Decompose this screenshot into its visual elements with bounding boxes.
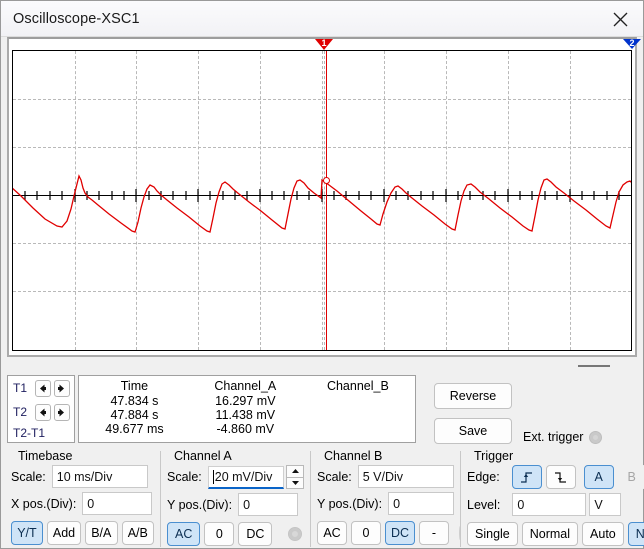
window-title: Oscilloscope-XSC1	[13, 10, 140, 27]
cursor-t1-row: T1	[13, 378, 70, 398]
channel-a-coupling-ac[interactable]: AC	[167, 522, 201, 546]
falling-edge-icon[interactable]	[545, 465, 576, 489]
panel-resize-handle[interactable]	[578, 365, 610, 367]
panel-trigger: Trigger Edge: A B Ext	[460, 449, 644, 547]
trigger-level-unit[interactable]: V	[589, 493, 622, 516]
table-header-row: Time Channel_A Channel_B	[79, 378, 415, 394]
cursor-t2-left-button[interactable]	[34, 403, 51, 421]
cursor-t2-marker[interactable]	[631, 191, 632, 198]
measurement-row: T1 T2 T2-T1 Time Channel_A Channel_B 47.…	[7, 375, 637, 444]
reverse-button[interactable]: Reverse	[434, 383, 512, 409]
channel-b-coupling-ac[interactable]: AC	[317, 521, 347, 545]
timebase-xpos-input[interactable]: 0	[82, 492, 153, 515]
header-channel-a: Channel_A	[214, 379, 277, 393]
panel-channel-b: Channel B Scale: 5 V/Div Y pos.(Div): 0 …	[310, 449, 461, 547]
header-channel-b: Channel_B	[326, 379, 389, 393]
timebase-scale-input[interactable]: 10 ms/Div	[51, 465, 148, 488]
cell-channel-b	[301, 394, 415, 408]
cursor-t2-row: T2	[13, 402, 70, 422]
table-row: 47.834 s 16.297 mV	[79, 394, 415, 408]
trigger-source-a[interactable]: A	[583, 465, 614, 489]
cursor-t2-label: T2	[13, 405, 28, 419]
cursor-t1-label: T1	[13, 381, 28, 395]
channel-a-coupling-dc[interactable]: DC	[238, 522, 273, 546]
timebase-mode-yt[interactable]: Y/T	[11, 521, 43, 545]
channel-b-coupling-dc[interactable]: DC	[385, 521, 415, 545]
cursor-t2-flag-label: 2	[629, 38, 635, 48]
channel-b-title: Channel B	[321, 449, 386, 463]
timebase-mode-ab[interactable]: A/B	[121, 521, 154, 545]
cell-time: 47.884 s	[110, 408, 159, 422]
channel-b-ypos-label: Y pos.(Div):	[317, 496, 383, 511]
channel-b-ypos-input[interactable]: 0	[388, 492, 454, 515]
cursor-t1-right-button[interactable]	[53, 379, 70, 397]
cell-channel-a: -4.860 mV	[216, 422, 275, 436]
measurement-table: Time Channel_A Channel_B 47.834 s 16.297…	[78, 375, 416, 443]
channel-a-scale-stepper[interactable]	[286, 465, 304, 489]
rising-edge-icon[interactable]	[511, 465, 542, 489]
channel-b-scale-input[interactable]: 5 V/Div	[357, 465, 454, 488]
channel-a-scale-input[interactable]: 20 mV/Div	[207, 465, 285, 489]
trigger-mode-normal[interactable]: Normal	[521, 522, 579, 546]
trigger-mode-single[interactable]: Single	[467, 522, 518, 546]
scope-display[interactable]: 1 2	[7, 37, 641, 357]
cursor-t1-marker[interactable]	[323, 177, 330, 184]
channel-b-coupling-gnd[interactable]: 0	[351, 521, 381, 545]
channel-a-scale-value: 20 mV/Div	[214, 469, 273, 484]
close-icon[interactable]	[597, 1, 643, 37]
cell-channel-a: 16.297 mV	[215, 394, 276, 408]
ext-trigger-terminal-icon[interactable]	[589, 430, 603, 444]
cursor-t1-line[interactable]	[326, 51, 327, 350]
ext-trigger-label: Ext. trigger	[523, 430, 584, 444]
cell-time: 49.677 ms	[105, 422, 164, 436]
window-titlebar: Oscilloscope-XSC1	[1, 1, 643, 37]
channel-a-trace	[13, 174, 631, 233]
channel-a-title: Channel A	[171, 449, 235, 463]
cursor-t1-flag-label: 1	[321, 38, 327, 48]
stepper-up-icon[interactable]	[286, 465, 304, 477]
panel-channel-a: Channel A Scale: 20 mV/Div Y pos.(Div):	[160, 449, 310, 547]
timebase-xpos-label: X pos.(Div):	[11, 496, 77, 511]
cursor-t1-dashed	[324, 51, 325, 350]
table-row: 47.884 s 11.438 mV	[79, 408, 415, 422]
trigger-edge-label: Edge:	[467, 470, 500, 484]
cell-channel-b	[301, 408, 415, 422]
channel-b-coupling-invert[interactable]: -	[419, 521, 449, 545]
channel-a-ypos-input[interactable]: 0	[238, 493, 299, 516]
resize-strip	[1, 357, 643, 375]
header-time: Time	[120, 379, 149, 393]
trigger-level-label: Level:	[467, 497, 501, 512]
text-caret	[212, 469, 214, 484]
cell-channel-b	[301, 422, 415, 436]
cursor-controls: T1 T2 T2-T1	[7, 375, 75, 443]
action-buttons: Reverse Save Ext. trigger	[428, 375, 618, 444]
waveform-plot[interactable]	[12, 50, 632, 351]
cursor-t1-left-button[interactable]	[34, 379, 51, 397]
trigger-mode-auto[interactable]: Auto	[582, 522, 624, 546]
ext-trigger-indicator: Ext. trigger	[523, 430, 603, 444]
timebase-title: Timebase	[15, 449, 76, 463]
cursor-delta-label: T2-T1	[13, 426, 46, 440]
stepper-down-icon[interactable]	[286, 476, 304, 489]
timebase-mode-ba[interactable]: B/A	[85, 521, 118, 545]
cursor-t2-right-button[interactable]	[53, 403, 70, 421]
channel-a-coupling-gnd[interactable]: 0	[204, 522, 235, 546]
cell-time: 47.834 s	[110, 394, 159, 408]
channel-a-scale-label: Scale:	[167, 470, 202, 484]
trigger-mode-none[interactable]: None	[627, 522, 644, 546]
panel-timebase: Timebase Scale: 10 ms/Div X pos.(Div): 0…	[5, 449, 160, 547]
oscilloscope-window: Oscilloscope-XSC1 1 2 T1 T2 T2-T1 Time C…	[0, 0, 644, 549]
channel-a-ypos-label: Y pos.(Div):	[167, 497, 233, 512]
trigger-source-b: B	[616, 465, 644, 489]
control-panels: Timebase Scale: 10 ms/Div X pos.(Div): 0…	[5, 449, 644, 547]
trigger-level-input[interactable]: 0	[512, 493, 587, 516]
channel-b-scale-label: Scale:	[317, 469, 352, 484]
cell-channel-a: 11.438 mV	[215, 408, 276, 422]
save-button[interactable]: Save	[434, 418, 512, 444]
timebase-scale-label: Scale:	[11, 469, 46, 484]
table-row: 49.677 ms -4.860 mV	[79, 422, 415, 436]
timebase-mode-add[interactable]: Add	[46, 521, 82, 545]
trigger-title: Trigger	[471, 449, 517, 463]
channel-a-terminal-icon[interactable]	[288, 527, 303, 541]
